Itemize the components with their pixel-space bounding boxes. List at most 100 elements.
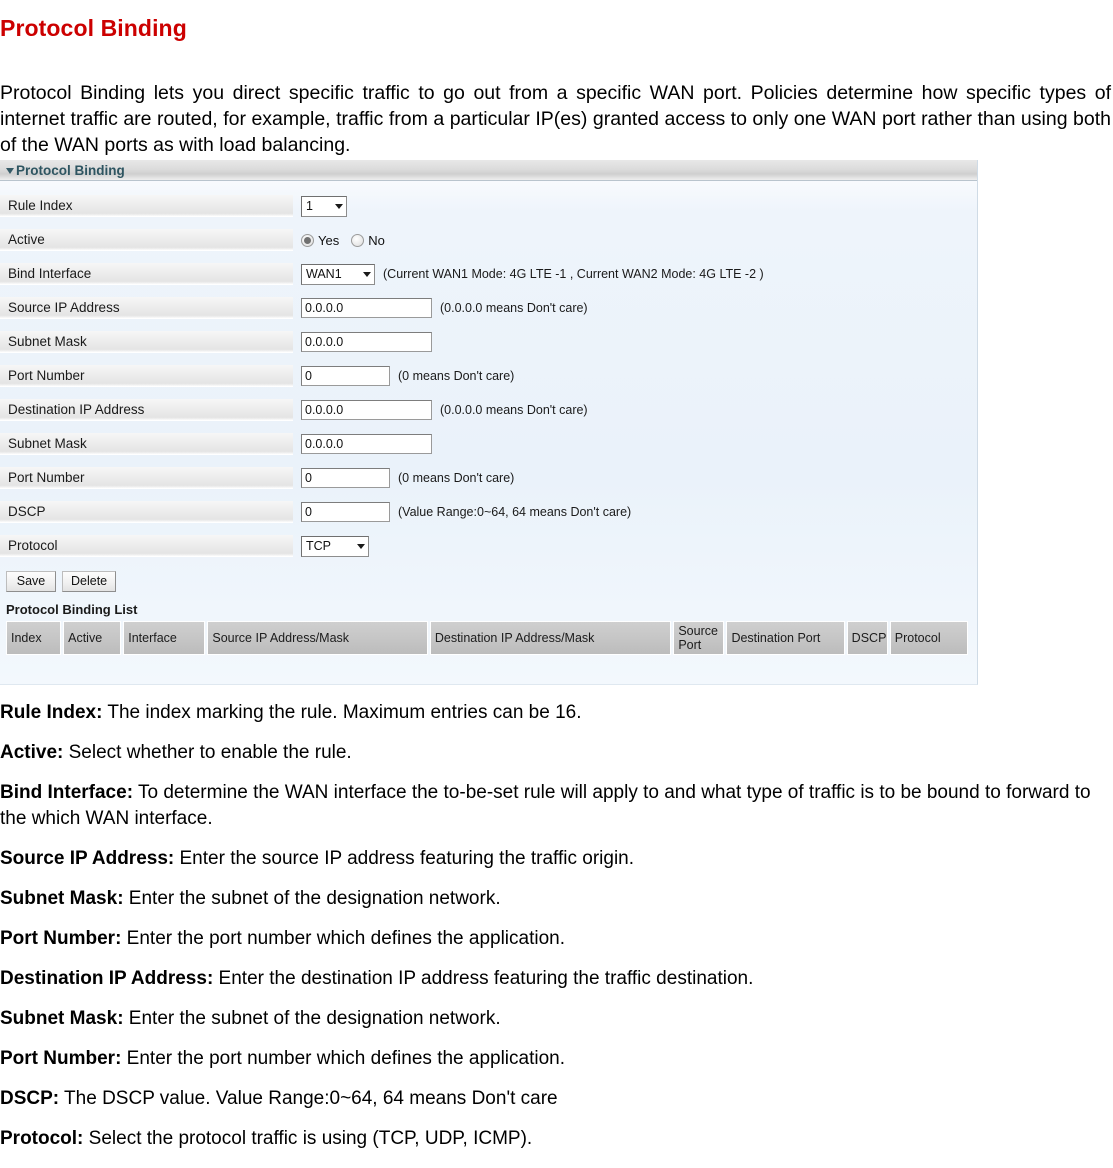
rule-index-select[interactable]: 1 [301,195,347,217]
col-protocol[interactable]: Protocol [889,621,968,655]
row-protocol: Protocol TCP [0,529,977,563]
protocol-select[interactable]: TCP [301,535,369,557]
control-bind-interface: WAN1 (Current WAN1 Mode: 4G LTE -1 , Cur… [293,257,977,291]
bind-interface-value: WAN1 [306,267,342,281]
definition-term: Rule Index: [0,702,103,723]
dest-ip-input[interactable] [301,400,432,420]
definition-desc: To determine the WAN interface the to-be… [0,782,1091,829]
control-dest-ip: (0.0.0.0 means Don't care) [293,393,977,427]
definition-item: Bind Interface: To determine the WAN int… [0,780,1111,832]
definition-desc: Enter the destination IP address featuri… [213,968,754,989]
page-title: Protocol Binding [0,15,187,42]
definition-term: Active: [0,742,64,763]
label-source-port: Port Number [0,365,293,387]
protocol-binding-list-title: Protocol Binding List [6,602,138,617]
dscp-input[interactable] [301,502,390,522]
definition-desc: The index marking the rule. Maximum entr… [102,702,582,723]
row-active: Active Yes No [0,223,977,257]
definition-term: Subnet Mask: [0,1008,124,1029]
active-radio-group: Yes No [301,233,397,248]
definition-desc: Enter the source IP address featuring th… [174,848,635,869]
definition-item: Subnet Mask: Enter the subnet of the des… [0,886,1111,912]
definition-term: Bind Interface: [0,782,134,803]
control-dscp: (Value Range:0~64, 64 means Don't care) [293,495,977,529]
row-source-mask: Subnet Mask [0,325,977,359]
dscp-hint: (Value Range:0~64, 64 means Don't care) [398,505,632,519]
col-active[interactable]: Active [63,621,122,655]
dest-mask-input[interactable] [301,434,432,454]
field-definitions: Rule Index: The index marking the rule. … [0,700,1111,1166]
label-dest-ip: Destination IP Address [0,399,293,421]
definition-item: Active: Select whether to enable the rul… [0,740,1111,766]
intro-paragraph: Protocol Binding lets you direct specifi… [0,81,1111,156]
definition-desc: The DSCP value. Value Range:0~64, 64 mea… [59,1088,558,1109]
source-ip-input[interactable] [301,298,432,318]
definition-desc: Enter the subnet of the designation netw… [123,1008,501,1029]
dest-port-input[interactable] [301,468,390,488]
active-yes-label: Yes [318,232,340,248]
chevron-down-icon [335,203,343,209]
definition-item: Destination IP Address: Enter the destin… [0,966,1111,992]
active-yes-radio[interactable]: Yes [301,233,339,248]
collapse-triangle-icon[interactable] [6,167,14,174]
control-protocol: TCP [293,529,977,563]
control-rule-index: 1 [293,189,977,223]
document-page: Protocol Binding Protocol Binding lets y… [0,0,1113,1168]
definition-desc: Select the protocol traffic is using (TC… [83,1128,533,1149]
chevron-down-icon [357,543,365,549]
control-source-mask [293,325,977,359]
bind-interface-hint: (Current WAN1 Mode: 4G LTE -1 , Current … [383,267,764,281]
source-mask-input[interactable] [301,332,432,352]
save-button[interactable]: Save [6,571,56,592]
label-dscp: DSCP [0,501,293,523]
definition-item: Subnet Mask: Enter the subnet of the des… [0,1006,1111,1032]
active-no-label: No [368,232,385,248]
definition-term: Source IP Address: [0,848,175,869]
delete-button[interactable]: Delete [62,571,117,592]
radio-off-icon [351,233,365,247]
protocol-binding-list-table: Index Active Interface Source IP Address… [4,621,970,655]
control-active: Yes No [293,223,977,257]
definition-item: Source IP Address: Enter the source IP a… [0,846,1111,872]
col-source-ip-mask[interactable]: Source IP Address/Mask [207,621,428,655]
source-port-input[interactable] [301,366,390,386]
col-index[interactable]: Index [6,621,62,655]
label-bind-interface: Bind Interface [0,263,293,285]
row-rule-index: Rule Index 1 [0,189,977,223]
protocol-binding-form: Rule Index 1 Active Yes No Bind Interfac… [0,181,977,563]
panel-header[interactable]: Protocol Binding [0,160,977,181]
bind-interface-select[interactable]: WAN1 [301,263,375,285]
form-button-bar: Save Delete [0,563,977,596]
chevron-down-icon [363,271,371,277]
col-source-port[interactable]: Source Port [673,621,725,655]
dest-port-hint: (0 means Don't care) [398,471,515,485]
label-protocol: Protocol [0,535,293,557]
col-destination-ip-mask[interactable]: Destination IP Address/Mask [429,621,672,655]
row-source-ip: Source IP Address (0.0.0.0 means Don't c… [0,291,977,325]
definition-term: Protocol: [0,1128,84,1149]
protocol-binding-panel: Protocol Binding Rule Index 1 Active Yes… [0,160,978,685]
label-rule-index: Rule Index [0,195,293,217]
definition-item: Port Number: Enter the port number which… [0,1046,1111,1072]
col-destination-port[interactable]: Destination Port [726,621,845,655]
control-source-ip: (0.0.0.0 means Don't care) [293,291,977,325]
definition-item: DSCP: The DSCP value. Value Range:0~64, … [0,1086,1111,1112]
active-no-radio[interactable]: No [351,233,385,248]
definition-desc: Enter the port number which defines the … [121,928,566,949]
definition-term: Port Number: [0,1048,122,1069]
control-source-port: (0 means Don't care) [293,359,977,393]
row-dest-port: Port Number (0 means Don't care) [0,461,977,495]
label-source-ip: Source IP Address [0,297,293,319]
col-interface[interactable]: Interface [123,621,206,655]
label-dest-mask: Subnet Mask [0,433,293,455]
row-dscp: DSCP (Value Range:0~64, 64 means Don't c… [0,495,977,529]
definition-item: Port Number: Enter the port number which… [0,926,1111,952]
label-source-mask: Subnet Mask [0,331,293,353]
label-dest-port: Port Number [0,467,293,489]
definition-item: Protocol: Select the protocol traffic is… [0,1126,1111,1152]
control-dest-mask [293,427,977,461]
row-bind-interface: Bind Interface WAN1 (Current WAN1 Mode: … [0,257,977,291]
source-port-hint: (0 means Don't care) [398,369,515,383]
table-header-row: Index Active Interface Source IP Address… [6,621,968,655]
col-dscp[interactable]: DSCP [846,621,888,655]
